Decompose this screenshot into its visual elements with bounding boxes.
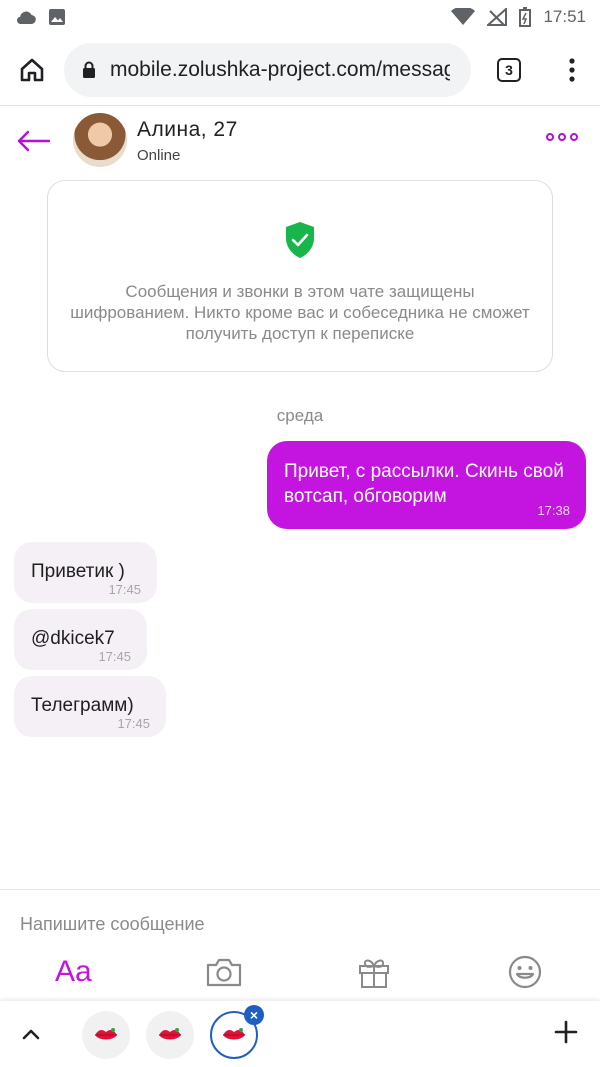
day-separator: среда [276, 406, 324, 425]
lips-icon [223, 1028, 245, 1040]
image-icon [49, 9, 65, 25]
shield-check-icon [286, 222, 314, 258]
expand-button[interactable] [18, 1021, 44, 1052]
battery-icon [519, 7, 532, 27]
incoming-message[interactable]: Приветик ) 17:45 [14, 542, 157, 603]
chat-header: Алина, 27 Online [0, 107, 600, 175]
emoji-button[interactable] [507, 950, 543, 994]
incoming-message[interactable]: Телеграмм) 17:45 [14, 676, 166, 737]
outgoing-message[interactable]: Привет, с рассылки. Скинь свой вотсап, о… [267, 441, 586, 529]
home-icon [20, 58, 44, 81]
message-time: 17:38 [537, 503, 570, 518]
more-vertical-icon [569, 57, 575, 82]
home-button[interactable] [0, 34, 64, 106]
encryption-text: Сообщения и звонки в этом чате защищены … [70, 282, 530, 343]
message-time: 17:45 [108, 582, 141, 597]
kiss-reaction-selected[interactable]: × [210, 1005, 264, 1059]
composer-divider [0, 889, 600, 890]
back-button[interactable] [14, 121, 54, 161]
gift-icon [359, 959, 389, 988]
message-text: Привет, с рассылки. Скинь свой вотсап, о… [284, 461, 564, 507]
clock: 17:51 [543, 7, 586, 26]
message-input[interactable] [20, 904, 580, 944]
more-dot-icon [570, 133, 578, 141]
tab-count: 3 [497, 57, 521, 82]
camera-button[interactable] [205, 950, 243, 994]
contact-name[interactable]: Алина, 27 [137, 118, 238, 142]
no-signal-icon [487, 8, 508, 26]
more-dot-icon [558, 133, 566, 141]
more-dot-icon [546, 133, 554, 141]
composer-toolbar: Aa [0, 946, 600, 998]
chat-options-button[interactable] [546, 133, 578, 141]
avatar[interactable] [73, 113, 127, 167]
message-text: @dkicek7 [31, 628, 115, 649]
camera-icon [206, 958, 242, 987]
status-bar: 17:51 [0, 0, 600, 34]
close-icon[interactable]: × [244, 1005, 264, 1025]
gift-button[interactable] [357, 950, 391, 994]
message-text: Телеграмм) [31, 695, 134, 716]
message-text: Приветик ) [31, 561, 125, 582]
lock-icon [83, 61, 95, 78]
lips-icon [95, 1028, 117, 1040]
cloud-icon [16, 11, 36, 25]
encryption-notice: Сообщения и звонки в этом чате защищены … [47, 180, 553, 372]
tabs-button[interactable]: 3 [471, 34, 547, 106]
chevron-up-icon [22, 1029, 40, 1040]
kiss-reaction[interactable] [82, 1011, 130, 1059]
browser-menu-button[interactable] [547, 34, 597, 106]
add-button[interactable] [552, 1018, 580, 1051]
text-format-button[interactable]: Aa [55, 950, 92, 994]
message-time: 17:45 [117, 716, 150, 731]
browser-toolbar: mobile.zolushka-project.com/messag 3 [0, 34, 600, 106]
url-text: mobile.zolushka-project.com/messag [110, 57, 450, 81]
arrow-left-icon [17, 130, 51, 152]
contact-status: Online [137, 147, 181, 164]
reaction-bar: × [0, 1001, 600, 1067]
emoji-icon [508, 955, 542, 989]
wifi-icon [451, 8, 476, 25]
incoming-message[interactable]: @dkicek7 17:45 [14, 609, 147, 670]
kiss-reaction[interactable] [146, 1011, 194, 1059]
message-time: 17:45 [98, 649, 131, 664]
address-bar[interactable]: mobile.zolushka-project.com/messag [64, 42, 471, 97]
chat-screen: 17:51 mobile.zolushka-project.com/messag… [0, 0, 600, 1067]
plus-icon [554, 1020, 578, 1044]
lips-icon [159, 1028, 181, 1040]
